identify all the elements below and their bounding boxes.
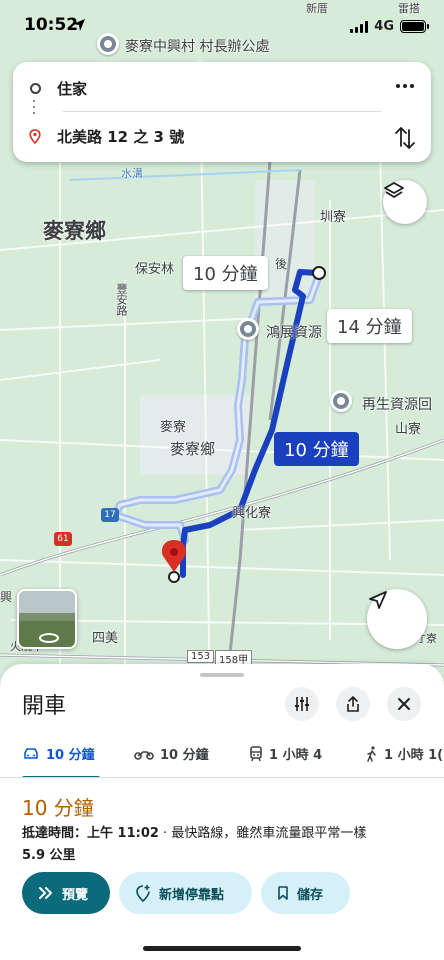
tab-motorcycle[interactable]: 10 分鐘	[134, 744, 209, 763]
tab-transit[interactable]: 1 小時 4	[249, 744, 322, 763]
road-shield: 61	[54, 532, 72, 546]
tab-transit-label: 1 小時 4	[269, 748, 323, 763]
route-options-button[interactable]	[285, 687, 319, 721]
origin-circle-icon	[29, 82, 41, 94]
road-shield: 153	[187, 650, 215, 663]
road-label: 豐安路	[115, 283, 128, 316]
motorcycle-icon	[134, 750, 154, 760]
cellular-signal-icon	[350, 20, 369, 33]
car-icon	[24, 747, 38, 759]
add-location-icon	[136, 885, 150, 902]
destination-field[interactable]: 北美路 12 之 3 號	[57, 126, 184, 147]
battery-icon	[400, 20, 429, 33]
swap-arrows-icon	[395, 127, 415, 149]
add-stop-label: 新增停靠點	[159, 887, 225, 903]
sheet-title: 開車	[22, 694, 67, 719]
double-chevron-right-icon	[39, 887, 52, 899]
route-dots	[33, 100, 36, 114]
place-label: 麥寮	[160, 420, 187, 435]
place-label: 後	[275, 257, 288, 271]
tune-icon	[295, 697, 309, 711]
route-distance: 5.9 公里	[22, 848, 76, 863]
alt-route-duration-2[interactable]: 14 分鐘	[327, 309, 412, 343]
preview-label: 預覽	[62, 887, 89, 903]
layers-button[interactable]	[383, 180, 427, 224]
save-label: 儲存	[297, 887, 324, 903]
poi-recycle-1[interactable]: 鴻展資源	[266, 322, 322, 342]
preview-button[interactable]: 預覽	[22, 872, 110, 914]
more-options-icon[interactable]	[389, 74, 421, 98]
route-note: · 最快路線，雖然車流量跟平常一樣	[158, 826, 367, 841]
my-location-button[interactable]	[367, 589, 427, 649]
place-label: 山寮	[395, 422, 422, 437]
close-icon	[398, 698, 410, 710]
destination-pin-icon	[29, 128, 41, 144]
tab-walk-label: 1 小時 1(	[384, 748, 444, 763]
arrival-time: 抵達時間：上午 11:02	[22, 826, 159, 841]
share-button[interactable]	[336, 687, 370, 721]
tab-walk[interactable]: 1 小時 1(	[366, 744, 443, 763]
place-label: 保安林	[135, 262, 175, 277]
town-label: 麥寮鄉	[170, 440, 216, 458]
save-button[interactable]: 儲存	[261, 872, 350, 914]
navigation-arrow-icon	[369, 591, 387, 609]
share-icon	[347, 696, 359, 712]
place-label: 興化寮	[232, 506, 272, 521]
place-label: 四美	[92, 631, 119, 646]
road-shield: 17	[101, 508, 119, 522]
close-button[interactable]	[387, 687, 421, 721]
poi-recycle-2[interactable]: 再生資源回	[362, 394, 432, 414]
tab-motorcycle-label: 10 分鐘	[160, 748, 209, 763]
main-route-duration[interactable]: 10 分鐘	[274, 432, 359, 466]
network-type: 4G	[374, 19, 394, 34]
destination-row[interactable]: 北美路 12 之 3 號	[13, 114, 431, 158]
directions-sheet: 開車 10 分鐘 10 分鐘 1 小時 4 1 小時 1(10 分鐘 抵達時間…	[0, 664, 444, 960]
poi-pin-icon[interactable]	[330, 390, 352, 412]
poi-pin-icon[interactable]	[237, 318, 259, 340]
divider	[63, 111, 381, 112]
status-bar: 10:52 4G	[0, 0, 444, 52]
street-view-thumbnail[interactable]	[17, 589, 77, 649]
origin-field[interactable]: 住家	[57, 78, 87, 99]
place-label: 圳寮	[320, 210, 347, 225]
layers-icon	[384, 182, 404, 198]
place-label: 興	[0, 590, 13, 604]
bookmark-icon	[278, 886, 288, 900]
sheet-grabber[interactable]	[200, 673, 244, 677]
route-card: 住家 北美路 12 之 3 號	[13, 62, 431, 162]
location-arrow-icon	[73, 19, 85, 31]
status-time: 10:52	[24, 15, 79, 35]
walk-icon	[367, 745, 376, 762]
add-stop-button[interactable]: 新增停靠點	[119, 872, 252, 914]
transit-icon	[250, 745, 262, 761]
water-label: 水溝	[121, 167, 143, 180]
active-tab-indicator	[22, 776, 100, 777]
tab-drive-label: 10 分鐘	[46, 748, 95, 763]
swap-button[interactable]	[391, 122, 419, 154]
street-view-image	[19, 591, 75, 647]
travel-mode-tabs: 10 分鐘 10 分鐘 1 小時 4 1 小時 1(	[0, 734, 444, 778]
tab-drive[interactable]: 10 分鐘	[22, 744, 95, 763]
alt-route-duration-1[interactable]: 10 分鐘	[183, 256, 268, 290]
start-marker	[312, 266, 326, 280]
arrival-info: 抵達時間：上午 11:02 · 最快路線，雖然車流量跟平常一樣	[22, 822, 366, 841]
origin-row[interactable]: 住家	[13, 66, 431, 110]
eta-duration: 10 分鐘	[22, 796, 94, 820]
township-label: 麥寮鄉	[43, 219, 106, 243]
home-indicator[interactable]	[143, 946, 301, 951]
